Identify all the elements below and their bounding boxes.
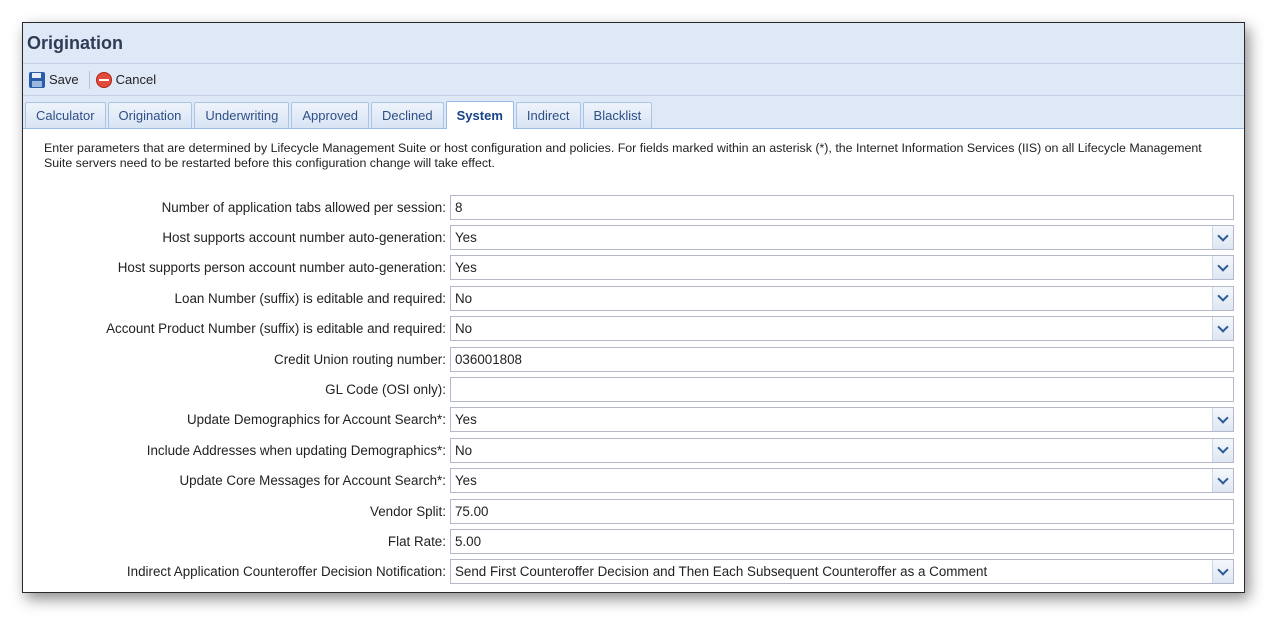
form-row: Update Demographics for Account Search*:… — [44, 405, 1234, 435]
tab-system[interactable]: System — [445, 101, 514, 129]
field-label: Vendor Split: — [370, 503, 446, 519]
field-value: 5.00 — [454, 533, 482, 549]
field-value: 036001808 — [454, 351, 523, 367]
text-field[interactable]: 036001808 — [449, 346, 1234, 372]
field-value: 8 — [454, 199, 463, 215]
dropdown-field[interactable]: Yes — [449, 225, 1234, 251]
field-label: Host supports account number auto-genera… — [162, 230, 446, 246]
field-value: No — [454, 321, 473, 337]
field-label: Loan Number (suffix) is editable and req… — [174, 290, 446, 306]
form-row: GL Code (OSI only): — [44, 374, 1234, 404]
cancel-icon — [95, 71, 112, 88]
title-bar: Origination — [23, 23, 1244, 64]
field-value: 75.00 — [454, 503, 489, 519]
tab-calculator[interactable]: Calculator — [25, 102, 106, 128]
form-row: Host supports person account number auto… — [44, 253, 1234, 283]
text-field[interactable]: 8 — [449, 194, 1234, 220]
field-value: Send First Counteroffer Decision and The… — [454, 564, 988, 580]
tab-indirect[interactable]: Indirect — [515, 102, 581, 128]
chevron-down-icon — [1217, 442, 1229, 454]
tab-origination[interactable]: Origination — [107, 102, 193, 128]
toolbar: Save Cancel — [23, 64, 1244, 96]
chevron-down-icon — [1217, 321, 1229, 333]
field-label: Number of application tabs allowed per s… — [161, 199, 446, 215]
dropdown-trigger[interactable] — [1212, 469, 1233, 493]
tab-blacklist[interactable]: Blacklist — [582, 102, 653, 128]
tab-underwriting[interactable]: Underwriting — [194, 102, 290, 128]
dropdown-trigger[interactable] — [1212, 317, 1233, 341]
chevron-down-icon — [1217, 564, 1229, 576]
dropdown-field[interactable]: Send First Counteroffer Decision and The… — [449, 559, 1234, 585]
field-label: Indirect Application Counteroffer Decisi… — [126, 564, 446, 580]
window-title: Origination — [27, 32, 123, 53]
form-row: Host supports account number auto-genera… — [44, 222, 1234, 252]
field-value: Yes — [454, 412, 477, 428]
dropdown-trigger[interactable] — [1212, 226, 1233, 250]
form-row: Number of application tabs allowed per s… — [44, 192, 1234, 222]
save-button[interactable]: Save — [27, 71, 85, 88]
text-field[interactable]: 5.00 — [449, 528, 1234, 554]
save-button-label: Save — [49, 72, 79, 87]
system-tab-panel: Enter parameters that are determined by … — [23, 129, 1244, 587]
dropdown-trigger[interactable] — [1212, 286, 1233, 310]
chevron-down-icon — [1217, 412, 1229, 424]
dropdown-field[interactable]: No — [449, 316, 1234, 342]
field-value: No — [454, 442, 473, 458]
text-field[interactable]: 75.00 — [449, 498, 1234, 524]
toolbar-separator — [88, 70, 90, 89]
dropdown-field[interactable]: Yes — [449, 468, 1234, 494]
field-value: No — [454, 290, 473, 306]
chevron-down-icon — [1217, 260, 1229, 272]
dropdown-trigger[interactable] — [1212, 438, 1233, 462]
tab-approved[interactable]: Approved — [291, 102, 370, 128]
field-value: Yes — [454, 260, 477, 276]
field-label: Flat Rate: — [387, 533, 446, 549]
field-label: Host supports person account number auto… — [117, 260, 446, 276]
tab-declined[interactable]: Declined — [371, 102, 444, 128]
form-row: Indirect Application Counteroffer Decisi… — [44, 557, 1234, 587]
floppy-disk-icon — [29, 71, 45, 88]
cancel-button-label: Cancel — [115, 72, 157, 87]
form-row: Loan Number (suffix) is editable and req… — [44, 283, 1234, 313]
chevron-down-icon — [1217, 473, 1229, 485]
field-label: GL Code (OSI only): — [325, 382, 446, 398]
field-value: Yes — [454, 473, 477, 489]
chevron-down-icon — [1217, 290, 1229, 303]
field-label: Update Core Messages for Account Search*… — [179, 473, 446, 489]
origination-window: Origination Save Cancel Calculator Origin… — [22, 22, 1245, 593]
description-text: Enter parameters that are determined by … — [44, 141, 1202, 170]
dropdown-trigger[interactable] — [1212, 560, 1233, 584]
form-row: Update Core Messages for Account Search*… — [44, 466, 1234, 496]
dropdown-field[interactable]: Yes — [449, 255, 1234, 281]
form-row: Vendor Split: 75.00 — [44, 496, 1234, 526]
chevron-down-icon — [1217, 229, 1229, 242]
field-label: Account Product Number (suffix) is edita… — [106, 321, 446, 337]
field-label: Credit Union routing number: — [274, 351, 446, 367]
form-row: Account Product Number (suffix) is edita… — [44, 314, 1234, 344]
form-row: Include Addresses when updating Demograp… — [44, 435, 1234, 465]
dropdown-field[interactable]: Yes — [449, 407, 1234, 433]
form-row: Flat Rate: 5.00 — [44, 526, 1234, 556]
field-value: Yes — [454, 230, 477, 246]
dropdown-trigger[interactable] — [1212, 408, 1233, 432]
dropdown-trigger[interactable] — [1212, 256, 1233, 280]
settings-form: Number of application tabs allowed per s… — [44, 192, 1234, 587]
form-row: Credit Union routing number: 036001808 — [44, 344, 1234, 374]
dropdown-field[interactable]: No — [449, 437, 1234, 463]
dropdown-field[interactable]: No — [449, 285, 1234, 311]
field-label: Include Addresses when updating Demograp… — [146, 442, 446, 458]
tab-bar: Calculator Origination Underwriting Approve… — [23, 96, 1244, 129]
text-field[interactable] — [449, 377, 1234, 403]
field-label: Update Demographics for Account Search*: — [186, 412, 446, 428]
cancel-button[interactable]: Cancel — [94, 71, 162, 88]
